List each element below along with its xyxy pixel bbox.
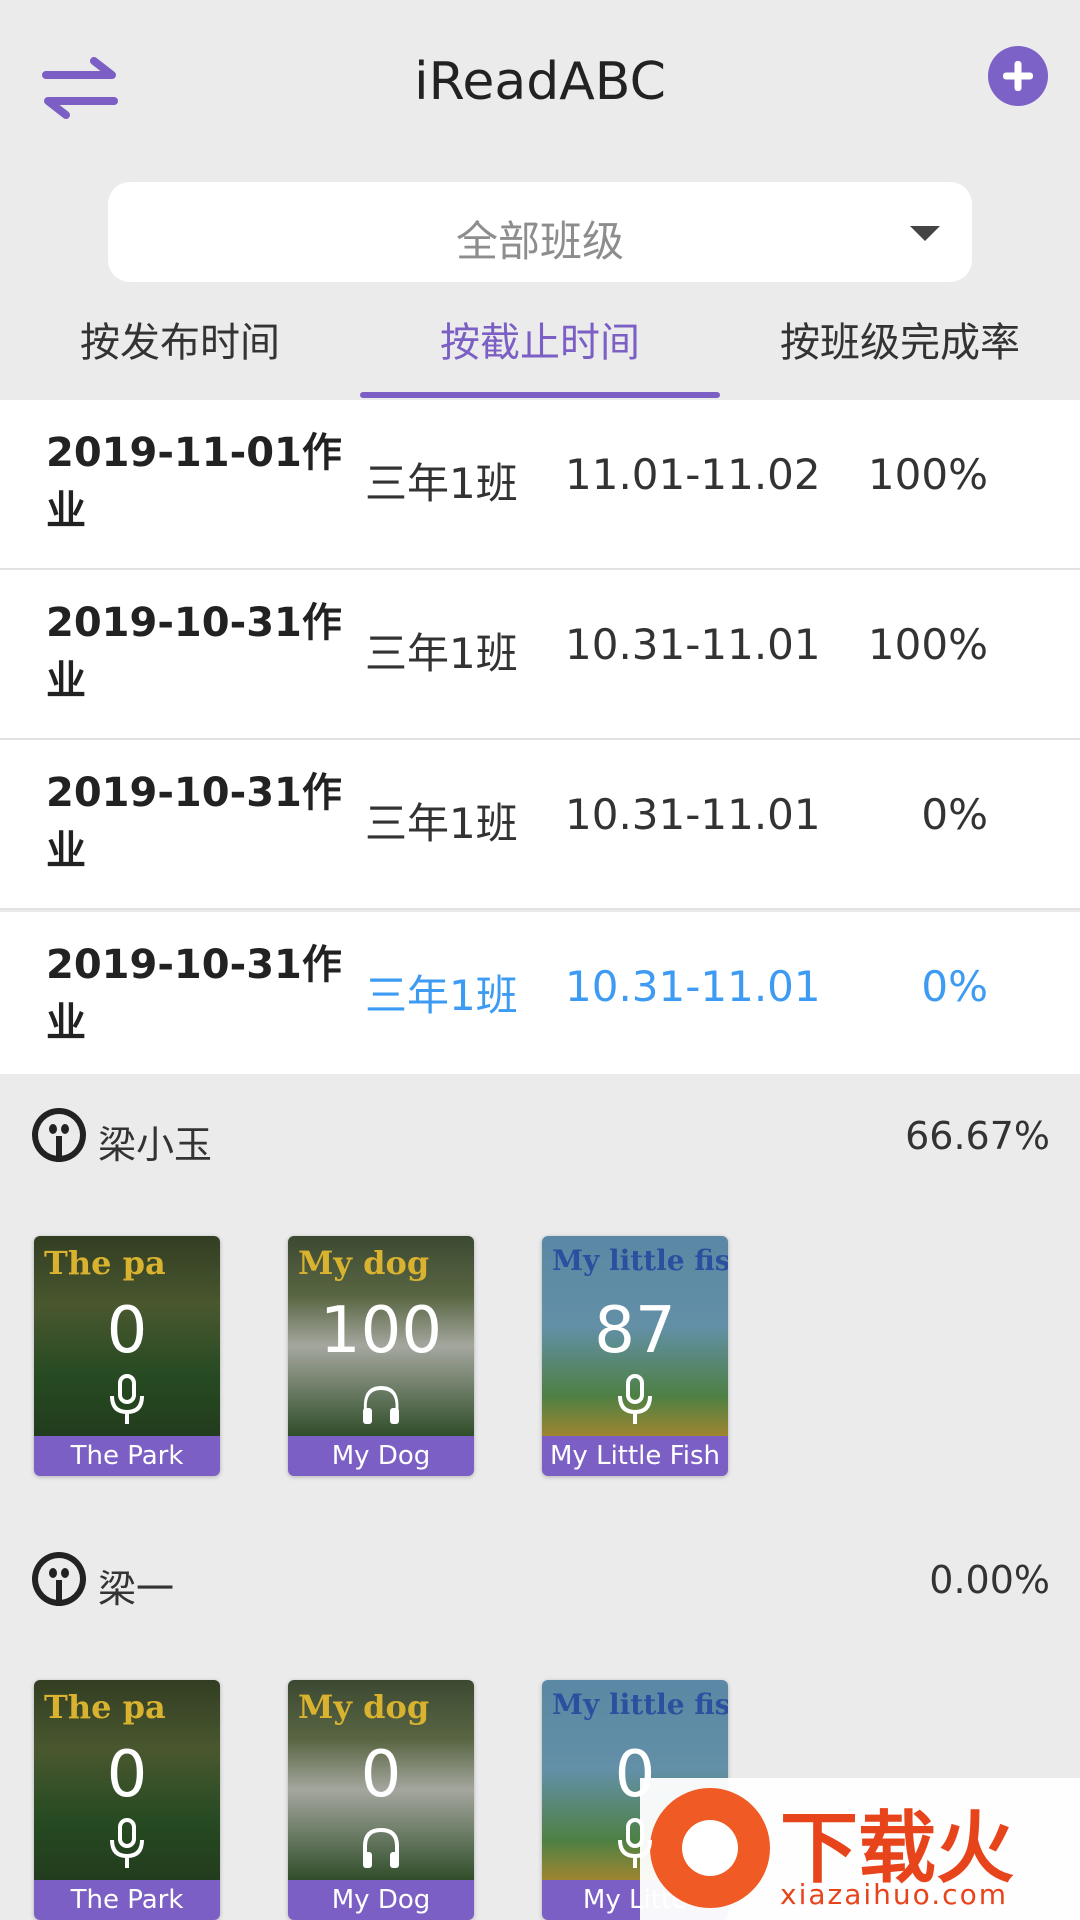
homework-class: 三年1班 <box>365 629 518 678</box>
class-select[interactable]: 全部班级 <box>108 182 972 282</box>
book-card[interactable]: My little fis 87 My Little Fish <box>542 1236 728 1476</box>
avatar-icon <box>32 1552 86 1606</box>
homework-title: 2019-10-31作业 <box>46 942 342 1046</box>
book-card[interactable]: The pa 0 The Park <box>34 1236 220 1476</box>
microphone-icon <box>618 1374 652 1424</box>
tab-class-completion[interactable]: 按班级完成率 <box>720 310 1080 390</box>
homework-class: 三年1班 <box>365 799 518 848</box>
book-title: My Dog <box>288 1436 474 1476</box>
student-name: 梁小玉 <box>98 1123 213 1167</box>
homework-row[interactable]: 2019-10-31作业 三年1班 10.31-11.01 100% <box>0 570 1080 740</box>
watermark-url: xiazaihuo.com <box>780 1878 1008 1911</box>
plus-circle-icon[interactable] <box>988 46 1048 106</box>
student-name: 梁一 <box>98 1567 175 1611</box>
homework-completion-rate: 0% <box>921 790 988 839</box>
homework-completion-rate: 0% <box>921 962 988 1011</box>
homework-row-selected[interactable]: 2019-10-31作业 三年1班 10.31-11.01 0% <box>0 912 1080 1074</box>
app-header: iReadABC <box>0 0 1080 170</box>
book-score: 87 <box>594 1294 676 1368</box>
book-heading: My dog <box>298 1688 430 1726</box>
book-heading: My little fis <box>552 1244 728 1277</box>
book-score: 100 <box>319 1294 443 1368</box>
homework-title: 2019-10-31作业 <box>46 600 342 704</box>
tab-publish-time[interactable]: 按发布时间 <box>0 310 360 390</box>
student-completion-rate: 0.00% <box>929 1558 1050 1602</box>
book-card[interactable]: My dog 100 My Dog <box>288 1236 474 1476</box>
book-card[interactable]: The pa 0 The Park <box>34 1680 220 1920</box>
student-header[interactable]: 梁小玉 66.67% <box>0 1100 1080 1180</box>
book-score: 0 <box>106 1738 148 1812</box>
homework-row[interactable]: 2019-10-31作业 三年1班 10.31-11.01 0% <box>0 740 1080 910</box>
tab-active-indicator <box>360 392 720 398</box>
homework-class: 三年1班 <box>365 459 518 508</box>
book-heading: The pa <box>44 1244 166 1282</box>
book-title: The Park <box>34 1436 220 1476</box>
book-score: 0 <box>360 1738 402 1812</box>
book-heading: The pa <box>44 1688 166 1726</box>
avatar-icon <box>32 1108 86 1162</box>
microphone-icon <box>110 1374 144 1424</box>
book-heading: My little fis <box>552 1688 728 1721</box>
book-card[interactable]: My dog 0 My Dog <box>288 1680 474 1920</box>
class-select-value: 全部班级 <box>455 217 624 266</box>
homework-completion-rate: 100% <box>867 450 988 499</box>
book-title: The Park <box>34 1880 220 1920</box>
homework-title: 2019-10-31作业 <box>46 770 342 874</box>
homework-period: 10.31-11.01 <box>565 620 821 669</box>
homework-class: 三年1班 <box>365 971 518 1020</box>
homework-period: 11.01-11.02 <box>565 450 821 499</box>
homework-period: 10.31-11.01 <box>565 790 821 839</box>
homework-completion-rate: 100% <box>867 620 988 669</box>
page-title: iReadABC <box>414 52 666 112</box>
tab-deadline[interactable]: 按截止时间 <box>360 310 720 390</box>
book-title: My Little Fish <box>542 1436 728 1476</box>
student-completion-rate: 66.67% <box>905 1114 1050 1158</box>
book-heading: My dog <box>298 1244 430 1282</box>
homework-row[interactable]: 2019-11-01作业 三年1班 11.01-11.02 100% <box>0 400 1080 570</box>
book-score: 0 <box>106 1294 148 1368</box>
headphones-icon <box>363 1385 399 1424</box>
headphones-icon <box>363 1827 399 1868</box>
microphone-icon <box>618 1818 652 1868</box>
homework-title: 2019-11-01作业 <box>46 430 342 534</box>
dropdown-triangle-icon <box>910 226 940 241</box>
book-title: My Dog <box>288 1880 474 1920</box>
homework-period: 10.31-11.01 <box>565 962 821 1011</box>
book-score: 0 <box>614 1738 656 1812</box>
student-header[interactable]: 梁一 0.00% <box>0 1542 1080 1622</box>
microphone-icon <box>110 1818 144 1868</box>
